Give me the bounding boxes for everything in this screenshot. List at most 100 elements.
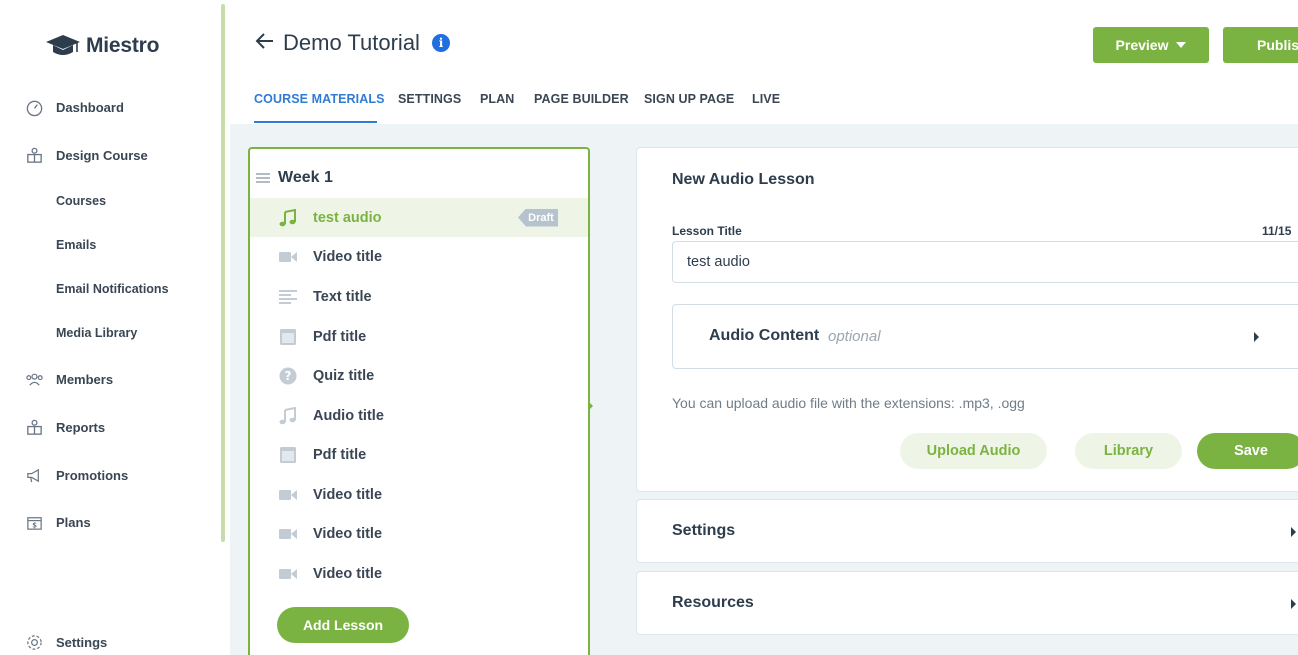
- pdf-document-icon: [278, 446, 298, 464]
- lesson-item[interactable]: Video title: [250, 237, 588, 276]
- lesson-title: Quiz title: [313, 367, 375, 384]
- tab-page-builder[interactable]: PAGE BUILDER: [534, 92, 629, 106]
- tab-sign-up-page[interactable]: SIGN UP PAGE: [644, 92, 734, 106]
- logo-text: Miestro: [86, 34, 160, 57]
- panel-pointer-arrow: [588, 401, 593, 411]
- sidebar-item-label: Design Course: [56, 147, 148, 163]
- sidebar-item-emails[interactable]: Emails: [56, 238, 96, 252]
- tab-course-materials[interactable]: COURSE MATERIALS: [254, 92, 385, 106]
- lesson-item[interactable]: Video title: [250, 475, 588, 514]
- lesson-title: Pdf title: [313, 446, 367, 463]
- lesson-item[interactable]: Pdf title: [250, 317, 588, 356]
- megaphone-icon: [24, 465, 44, 485]
- lesson-item[interactable]: ? Quiz title: [250, 356, 588, 395]
- preview-button[interactable]: Preview: [1093, 27, 1209, 63]
- sidebar-item-label: Plans: [56, 514, 91, 530]
- upload-hint-text: You can upload audio file with the exten…: [672, 395, 1025, 411]
- lesson-item[interactable]: Text title: [250, 277, 588, 316]
- pdf-document-icon: [278, 328, 298, 346]
- sidebar-item-label: Promotions: [56, 467, 129, 483]
- draft-badge: Draft: [518, 208, 558, 227]
- lesson-title-label: Lesson Title: [672, 224, 742, 238]
- sidebar: Miestro Dashboard Design Course Courses …: [0, 0, 226, 655]
- publish-label: Publish: [1257, 37, 1298, 53]
- sidebar-scrollbar[interactable]: [221, 4, 225, 542]
- plans-icon: $: [24, 512, 44, 532]
- sidebar-item-label: Reports: [56, 419, 106, 435]
- info-icon[interactable]: i: [432, 34, 450, 52]
- caret-right-icon: [1254, 332, 1259, 342]
- members-icon: [24, 369, 44, 389]
- week-header[interactable]: Week 1: [256, 169, 333, 187]
- lesson-editor-card: New Audio Lesson Lesson Title 11/15 Audi…: [636, 147, 1298, 492]
- logo[interactable]: Miestro: [44, 32, 159, 60]
- sidebar-item-label: Settings: [56, 634, 108, 650]
- lesson-title: Video title: [313, 486, 383, 503]
- save-button[interactable]: Save: [1197, 433, 1298, 469]
- lesson-item[interactable]: test audio Draft: [250, 198, 588, 237]
- settings-accordion[interactable]: Settings: [636, 499, 1298, 563]
- drag-handle-icon[interactable]: [256, 173, 270, 183]
- publish-button[interactable]: Publish: [1223, 27, 1298, 63]
- video-camera-icon: [278, 525, 298, 543]
- lesson-item[interactable]: Pdf title: [250, 435, 588, 474]
- lesson-list-panel: Week 1 test audio Draft Video title Text…: [248, 147, 590, 655]
- lesson-title: Audio title: [313, 407, 384, 424]
- sidebar-item-label: Members: [56, 371, 114, 387]
- video-camera-icon: [278, 565, 298, 583]
- accordion-label: Resources: [672, 594, 754, 611]
- svg-text:?: ?: [285, 369, 292, 383]
- optional-hint: optional: [828, 328, 881, 345]
- sidebar-item-promotions[interactable]: Promotions: [24, 465, 128, 485]
- text-lines-icon: [278, 288, 298, 306]
- lesson-title: Video title: [313, 565, 383, 582]
- lesson-title-input[interactable]: [672, 241, 1298, 283]
- lesson-item[interactable]: Video title: [250, 514, 588, 553]
- graduation-cap-icon: [46, 35, 80, 55]
- gear-icon: [24, 632, 44, 652]
- editor-title: New Audio Lesson: [672, 171, 815, 188]
- lesson-title: test audio: [313, 209, 382, 226]
- active-tab-indicator: [254, 121, 377, 123]
- design-course-icon: [24, 145, 44, 165]
- sidebar-item-label: Dashboard: [56, 99, 124, 115]
- lesson-title: Pdf title: [313, 328, 367, 345]
- upload-audio-button[interactable]: Upload Audio: [900, 433, 1047, 469]
- lesson-title: Video title: [313, 525, 383, 542]
- audio-content-expander[interactable]: Audio Content optional: [672, 304, 1298, 369]
- lesson-title: Text title: [313, 288, 372, 305]
- audio-content-label: Audio Content: [709, 327, 820, 344]
- reports-icon: [24, 417, 44, 437]
- sidebar-item-members[interactable]: Members: [24, 369, 113, 389]
- sidebar-item-dashboard[interactable]: Dashboard: [24, 97, 124, 117]
- dashboard-gauge-icon: [24, 97, 44, 117]
- sidebar-item-email-notifications[interactable]: Email Notifications: [56, 282, 169, 296]
- preview-label: Preview: [1115, 37, 1169, 53]
- add-lesson-button[interactable]: Add Lesson: [277, 607, 409, 643]
- tab-plan[interactable]: PLAN: [480, 92, 514, 106]
- char-counter: 11/15: [1262, 224, 1292, 238]
- lesson-item[interactable]: Video title: [250, 554, 588, 593]
- sidebar-item-design-course[interactable]: Design Course: [24, 145, 148, 165]
- caret-right-icon: [1291, 527, 1296, 537]
- tab-settings[interactable]: SETTINGS: [398, 92, 461, 106]
- caret-right-icon: [1291, 599, 1296, 609]
- video-camera-icon: [278, 248, 298, 266]
- sidebar-item-media-library[interactable]: Media Library: [56, 326, 137, 340]
- accordion-label: Settings: [672, 522, 736, 539]
- sidebar-item-settings[interactable]: Settings: [24, 632, 107, 652]
- music-note-icon: [278, 208, 298, 227]
- sidebar-item-reports[interactable]: Reports: [24, 417, 105, 437]
- caret-down-icon: [1176, 42, 1187, 48]
- lesson-item[interactable]: Audio title: [250, 396, 588, 435]
- resources-accordion[interactable]: Resources: [636, 571, 1298, 635]
- library-button[interactable]: Library: [1075, 433, 1182, 469]
- week-title: Week 1: [278, 169, 333, 186]
- sidebar-item-plans[interactable]: $ Plans: [24, 512, 91, 532]
- back-arrow-icon[interactable]: [254, 31, 276, 51]
- sidebar-item-courses[interactable]: Courses: [56, 194, 106, 208]
- video-camera-icon: [278, 486, 298, 504]
- svg-text:$: $: [32, 521, 37, 529]
- tab-live[interactable]: LIVE: [752, 92, 780, 106]
- lesson-title: Video title: [313, 248, 383, 265]
